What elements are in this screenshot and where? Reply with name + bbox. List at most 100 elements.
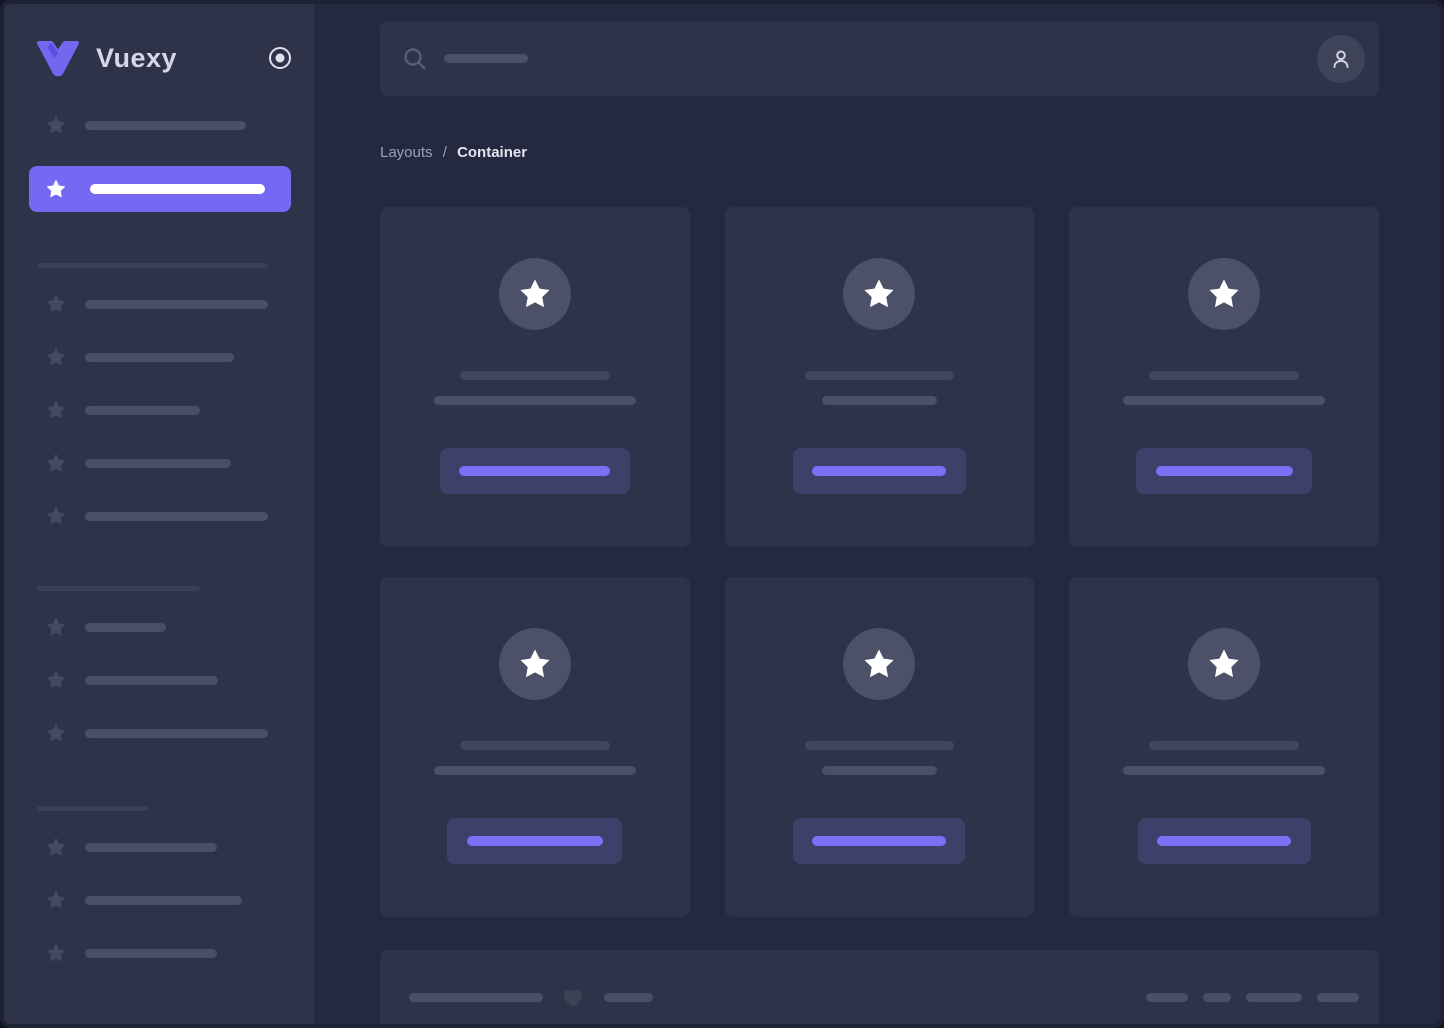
- sidebar-item-label-skeleton: [85, 948, 217, 958]
- card-avatar: [498, 258, 571, 330]
- card: [1069, 207, 1379, 547]
- vuexy-logo-icon: [34, 38, 82, 78]
- footer-link-skeleton: [1146, 992, 1188, 1002]
- card-action-button[interactable]: [1137, 818, 1311, 864]
- footer-link-skeleton: [1246, 992, 1302, 1002]
- sidebar-section-header-skeleton: [37, 586, 200, 591]
- card-avatar: [498, 628, 571, 700]
- sidebar-item-label-skeleton: [85, 675, 218, 685]
- star-icon: [45, 836, 67, 858]
- card-subtitle-skeleton: [821, 766, 937, 775]
- footer-text-skeleton: [409, 992, 543, 1002]
- card-title-skeleton: [459, 371, 610, 380]
- card-subtitle-skeleton: [1123, 766, 1326, 775]
- star-icon: [45, 505, 67, 527]
- button-label-skeleton: [812, 466, 947, 476]
- sidebar-item-label-skeleton: [85, 895, 242, 905]
- sidebar-item[interactable]: [4, 113, 314, 137]
- sidebar-item-label-skeleton: [85, 622, 166, 632]
- star-icon: [45, 178, 67, 200]
- star-icon: [45, 114, 67, 136]
- card: [1069, 577, 1379, 917]
- card-action-button[interactable]: [447, 818, 623, 864]
- user-avatar-button user-icon[interactable]: [1317, 34, 1365, 83]
- sidebar-item[interactable]: [4, 504, 314, 528]
- button-label-skeleton: [812, 836, 947, 846]
- star-icon: [520, 279, 550, 308]
- heart-icon: [560, 984, 586, 1010]
- sidebar-item-label-skeleton: [85, 352, 234, 362]
- sidebar-section-header-skeleton: [37, 806, 148, 811]
- sidebar-nav: [4, 113, 314, 965]
- footer-links-group: [1146, 992, 1359, 1002]
- star-icon: [45, 669, 67, 691]
- sidebar-header: Vuexy: [34, 37, 292, 79]
- sidebar-item-label-skeleton: [85, 728, 268, 738]
- sidebar-item-label-skeleton: [85, 842, 217, 852]
- card-action-button[interactable]: [1136, 448, 1313, 494]
- breadcrumb: Layouts / Container: [380, 144, 1379, 162]
- sidebar-item[interactable]: [4, 451, 314, 475]
- breadcrumb-parent[interactable]: Layouts: [380, 144, 433, 161]
- cards-grid: [380, 207, 1379, 917]
- star-icon: [45, 616, 67, 638]
- card-avatar: [843, 628, 916, 700]
- star-icon: [864, 279, 895, 308]
- sidebar-item[interactable]: [4, 668, 314, 692]
- button-label-skeleton: [459, 466, 611, 476]
- star-icon: [45, 293, 67, 315]
- card-action-button[interactable]: [439, 448, 630, 494]
- sidebar-item-label-skeleton: [85, 120, 246, 130]
- search-bar[interactable]: [380, 21, 1379, 96]
- star-icon: [45, 399, 67, 421]
- main-content: Layouts / Container: [314, 4, 1440, 1024]
- app-window: Vuexy Layouts / Container: [0, 0, 1444, 1028]
- breadcrumb-separator: /: [442, 144, 447, 161]
- card-avatar: [843, 258, 916, 330]
- card-title-skeleton: [804, 371, 954, 380]
- sidebar-item-label-skeleton: [90, 184, 265, 194]
- sidebar-item[interactable]: [4, 345, 314, 369]
- button-label-skeleton: [1155, 466, 1293, 476]
- sidebar-item-label-skeleton: [85, 511, 268, 521]
- star-icon: [45, 942, 67, 964]
- search-icon: [402, 46, 428, 72]
- star-icon: [45, 346, 67, 368]
- footer-link-skeleton: [1317, 992, 1359, 1002]
- card-title-skeleton: [1149, 371, 1300, 380]
- sidebar-item[interactable]: [4, 721, 314, 745]
- app-title: Vuexy: [96, 42, 178, 73]
- card-title-skeleton: [1149, 741, 1300, 750]
- star-icon: [45, 889, 67, 911]
- sidebar-pin-toggle radio-circle-icon[interactable]: [268, 46, 292, 70]
- sidebar-item[interactable]: [4, 835, 314, 859]
- card-subtitle-skeleton: [1123, 396, 1326, 405]
- card-title-skeleton: [804, 741, 954, 750]
- footer-link-skeleton: [1203, 992, 1231, 1002]
- card: [380, 577, 690, 917]
- footer-row: [380, 950, 1379, 1010]
- card-action-button[interactable]: [792, 448, 966, 494]
- sidebar-item-label-skeleton: [85, 299, 268, 309]
- sidebar-item[interactable]: [4, 292, 314, 316]
- sidebar-item[interactable]: [4, 398, 314, 422]
- footer-card: [380, 950, 1379, 1024]
- sidebar-item[interactable]: [4, 941, 314, 965]
- card-action-button[interactable]: [793, 818, 966, 864]
- footer-text-skeleton: [604, 992, 653, 1002]
- sidebar-item-active[interactable]: [29, 166, 291, 212]
- sidebar-section-header-skeleton: [37, 263, 268, 268]
- card-subtitle-skeleton: [433, 396, 636, 405]
- star-icon: [1209, 649, 1239, 678]
- card-subtitle-skeleton: [821, 396, 937, 405]
- card: [724, 207, 1035, 547]
- card-avatar: [1188, 258, 1261, 330]
- breadcrumb-current: Container: [457, 144, 528, 161]
- sidebar-item[interactable]: [4, 888, 314, 912]
- star-icon: [45, 722, 67, 744]
- card-avatar: [1188, 628, 1261, 700]
- button-label-skeleton: [466, 836, 603, 846]
- star-icon: [520, 649, 550, 678]
- card-title-skeleton: [459, 741, 610, 750]
- sidebar-item[interactable]: [4, 615, 314, 639]
